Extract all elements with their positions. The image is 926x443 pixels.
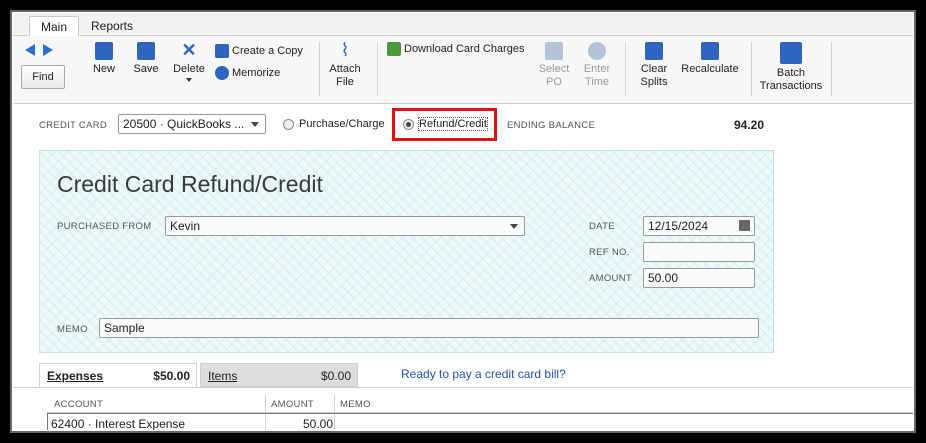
chevron-down-icon xyxy=(510,224,518,229)
amount-label: AMOUNT xyxy=(589,273,632,284)
toolbar-divider xyxy=(831,42,832,96)
table-row[interactable]: 62400 · Interest Expense 50.00 xyxy=(47,413,913,430)
date-field[interactable]: 12/15/2024 xyxy=(643,216,755,236)
memorize-button[interactable]: Memorize xyxy=(215,66,280,80)
calculator-icon xyxy=(701,42,719,60)
column-divider[interactable] xyxy=(265,395,266,413)
enter-time-button[interactable]: Enter Time xyxy=(580,42,614,89)
next-arrow-icon[interactable] xyxy=(43,44,53,56)
recalculate-button[interactable]: Recalculate xyxy=(679,42,741,76)
toolbar: Find New Save ✕ Delete Create a Copy Mem… xyxy=(13,36,913,104)
radio-icon xyxy=(283,118,294,130)
ending-balance-value: 94.20 xyxy=(734,118,765,132)
download-charges-icon xyxy=(387,42,401,56)
toolbar-divider xyxy=(319,42,320,96)
window-frame: Main Reports Find New Save ✕ Delete Crea… xyxy=(7,7,919,436)
attach-file-button[interactable]: ⌇ Attach File xyxy=(327,40,363,89)
delete-x-icon: ✕ xyxy=(181,40,197,60)
save-icon xyxy=(137,42,155,60)
toolbar-divider xyxy=(625,42,626,96)
memo-field[interactable]: Sample xyxy=(99,318,759,338)
ending-balance-label: ENDING BALANCE xyxy=(507,120,596,131)
find-button[interactable]: Find xyxy=(21,65,65,89)
refund-form-card: Credit Card Refund/Credit PURCHASED FROM… xyxy=(39,150,774,353)
batch-transactions-button[interactable]: Batch Transactions xyxy=(755,42,827,93)
credit-card-label: CREDIT CARD xyxy=(39,120,108,131)
form-title: Credit Card Refund/Credit xyxy=(57,171,323,197)
tab-reports[interactable]: Reports xyxy=(80,16,144,36)
table-header: ACCOUNT AMOUNT MEMO xyxy=(47,395,913,413)
ref-no-field[interactable] xyxy=(643,242,755,262)
select-po-icon xyxy=(545,42,563,60)
column-account[interactable]: ACCOUNT xyxy=(54,399,103,410)
purchased-from-select[interactable]: Kevin xyxy=(165,216,525,236)
credit-card-window: Main Reports Find New Save ✕ Delete Crea… xyxy=(13,13,913,430)
column-divider[interactable] xyxy=(334,395,335,413)
row-account[interactable]: 62400 · Interest Expense xyxy=(51,417,185,430)
clear-splits-icon xyxy=(645,42,663,60)
delete-button[interactable]: ✕ Delete xyxy=(171,40,207,82)
purchase-charge-radio[interactable]: Purchase/Charge xyxy=(283,118,385,130)
chevron-down-icon xyxy=(186,78,192,82)
new-button[interactable]: New xyxy=(91,42,117,76)
download-card-charges-button[interactable]: Download Card Charges xyxy=(387,42,524,56)
calendar-icon[interactable] xyxy=(739,220,750,231)
column-amount[interactable]: AMOUNT xyxy=(271,399,314,410)
stopwatch-icon xyxy=(588,42,606,60)
tab-items[interactable]: Items $0.00 xyxy=(200,363,358,387)
date-label: DATE xyxy=(589,221,615,232)
clear-splits-button[interactable]: Clear Splits xyxy=(635,42,673,89)
tab-expenses[interactable]: Expenses $50.00 xyxy=(39,363,197,387)
ref-no-label: REF NO. xyxy=(589,247,630,258)
create-copy-button[interactable]: Create a Copy xyxy=(215,44,303,58)
refund-credit-highlight xyxy=(392,108,497,141)
paperclip-icon: ⌇ xyxy=(340,40,350,60)
memo-label: MEMO xyxy=(57,324,88,335)
new-document-icon xyxy=(95,42,113,60)
toolbar-divider xyxy=(751,42,752,96)
tab-main[interactable]: Main xyxy=(29,16,80,36)
select-po-button[interactable]: Select PO xyxy=(537,42,571,89)
pay-credit-card-bill-link[interactable]: Ready to pay a credit card bill? xyxy=(401,367,566,381)
copy-icon xyxy=(215,44,229,58)
row-amount[interactable]: 50.00 xyxy=(303,417,333,430)
chevron-down-icon xyxy=(251,122,259,127)
batch-transactions-icon xyxy=(780,42,802,64)
column-divider xyxy=(334,414,335,430)
divider xyxy=(13,387,913,388)
toolbar-divider xyxy=(377,42,378,96)
purchased-from-label: PURCHASED FROM xyxy=(57,221,152,232)
column-memo[interactable]: MEMO xyxy=(340,399,371,410)
column-divider xyxy=(265,414,266,430)
save-button[interactable]: Save xyxy=(131,42,161,76)
ribbon-tabs: Main Reports xyxy=(13,13,913,36)
prev-arrow-icon[interactable] xyxy=(25,44,35,56)
memorize-icon xyxy=(215,66,229,80)
credit-card-select[interactable]: 20500 · QuickBooks ... xyxy=(118,114,266,134)
amount-field[interactable]: 50.00 xyxy=(643,268,755,288)
